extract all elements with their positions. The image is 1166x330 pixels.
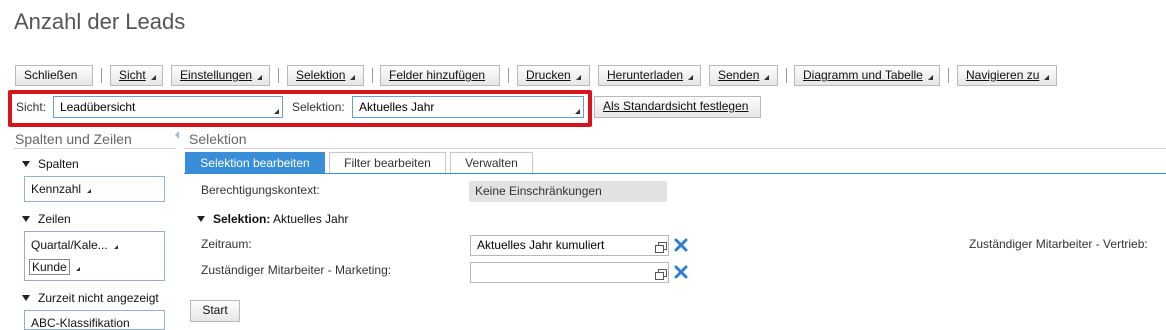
navigate-menu-label: Navigieren zu xyxy=(966,68,1040,82)
toolbar-separator xyxy=(508,68,509,83)
tab-label: Verwalten xyxy=(465,156,518,170)
chip-arrow-icon xyxy=(87,189,92,193)
divider xyxy=(14,148,176,149)
period-label: Zeitraum: xyxy=(201,237,252,251)
tab-underline xyxy=(184,173,1166,174)
list-item[interactable]: ABC-Klassifikation xyxy=(31,316,130,330)
start-button[interactable]: Start xyxy=(190,300,240,322)
menu-arrow-icon xyxy=(764,75,770,80)
collapse-triangle-icon xyxy=(197,216,205,222)
set-default-view-label: Als Standardsicht festlegen xyxy=(603,99,749,113)
rows-drop-area[interactable]: Quartal/Kale... Kunde xyxy=(24,231,165,281)
toolbar-separator xyxy=(101,68,102,83)
value-help-icon[interactable] xyxy=(655,242,667,253)
toolbar-separator xyxy=(278,68,279,83)
columns-section-header[interactable]: Spalten xyxy=(22,157,79,171)
view-menu-label: Sicht xyxy=(119,68,146,82)
menu-arrow-icon xyxy=(575,75,581,80)
menu-arrow-icon xyxy=(350,75,356,80)
tab-label: Selektion bearbeiten xyxy=(200,156,310,170)
collapse-triangle-icon xyxy=(22,161,30,167)
hidden-fields-area[interactable]: ABC-Klassifikation xyxy=(24,310,165,330)
period-input[interactable]: Aktuelles Jahr kumuliert xyxy=(470,235,669,256)
sales-label: Zuständiger Mitarbeiter - Vertrieb: xyxy=(969,237,1148,251)
selection-panel-title: Selektion xyxy=(189,131,247,147)
selection-menu-button[interactable]: Selektion xyxy=(287,65,364,86)
start-button-label: Start xyxy=(202,303,228,317)
remove-icon[interactable] xyxy=(674,265,688,279)
add-fields-label: Felder hinzufügen xyxy=(389,68,486,82)
view-menu-button[interactable]: Sicht xyxy=(110,65,163,86)
page-title: Anzahl der Leads xyxy=(14,9,186,34)
navigate-menu-button[interactable]: Navigieren zu xyxy=(957,65,1057,86)
field-chip-label: Kunde xyxy=(29,259,70,275)
field-chip-label: ABC-Klassifikation xyxy=(31,316,130,330)
menu-arrow-icon xyxy=(927,75,933,80)
marketing-label: Zuständiger Mitarbeiter - Marketing: xyxy=(201,263,392,277)
toolbar-separator xyxy=(372,68,373,83)
hidden-section-header[interactable]: Zurzeit nicht angezeigt xyxy=(22,291,159,305)
tab-edit-selection[interactable]: Selektion bearbeiten xyxy=(185,152,325,174)
auth-context-label: Berechtigungskontext: xyxy=(201,183,320,197)
send-menu-button[interactable]: Senden xyxy=(709,65,778,86)
rows-section-label: Zeilen xyxy=(38,212,71,226)
selection-menu-label: Selektion xyxy=(296,68,346,82)
set-default-view-button[interactable]: Als Standardsicht festlegen xyxy=(594,96,761,118)
menu-arrow-icon xyxy=(688,75,694,80)
collapse-panel-icon[interactable] xyxy=(175,131,179,139)
menu-arrow-icon xyxy=(1044,75,1050,80)
toolbar-separator xyxy=(948,68,949,83)
collapse-triangle-icon xyxy=(22,216,30,222)
field-chip-label: Quartal/Kale... xyxy=(31,238,108,252)
menu-arrow-icon xyxy=(257,75,263,80)
settings-menu-button[interactable]: Einstellungen xyxy=(171,65,270,86)
chart-table-menu-label: Diagramm und Tabelle xyxy=(803,68,923,82)
hidden-section-label: Zurzeit nicht angezeigt xyxy=(38,291,159,305)
tab-edit-filter[interactable]: Filter bearbeiten xyxy=(329,152,446,174)
menu-arrow-icon xyxy=(150,75,156,80)
columns-drop-area[interactable]: Kennzahl xyxy=(24,176,165,202)
download-menu-label: Herunterladen xyxy=(607,68,684,82)
list-item[interactable]: Kennzahl xyxy=(31,182,92,196)
chip-arrow-icon xyxy=(75,267,80,271)
auth-context-value: Keine Einschränkungen xyxy=(469,181,667,202)
list-item[interactable]: Quartal/Kale... xyxy=(31,238,118,252)
selection-section-header[interactable]: Selektion: Aktuelles Jahr xyxy=(197,212,348,226)
collapse-triangle-icon xyxy=(22,295,30,301)
selection-section-value: Aktuelles Jahr xyxy=(273,212,349,226)
print-menu-label: Drucken xyxy=(526,68,571,82)
close-button-label: Schließen xyxy=(24,68,78,82)
period-value: Aktuelles Jahr kumuliert xyxy=(477,238,605,252)
columns-rows-panel-title: Spalten und Zeilen xyxy=(15,131,132,147)
download-menu-button[interactable]: Herunterladen xyxy=(598,65,701,86)
marketing-input[interactable] xyxy=(470,262,669,283)
list-item[interactable]: Kunde xyxy=(29,259,80,275)
send-menu-label: Senden xyxy=(718,68,760,82)
print-menu-button[interactable]: Drucken xyxy=(517,65,590,86)
chart-table-menu-button[interactable]: Diagramm und Tabelle xyxy=(794,65,940,86)
tab-label: Filter bearbeiten xyxy=(344,156,431,170)
chip-arrow-icon xyxy=(113,245,118,249)
close-button[interactable]: Schließen xyxy=(15,65,93,86)
divider xyxy=(184,148,1166,149)
toolbar-separator xyxy=(786,68,787,83)
highlight-box xyxy=(8,90,592,127)
settings-menu-label: Einstellungen xyxy=(180,68,253,82)
columns-section-label: Spalten xyxy=(38,157,79,171)
add-fields-button[interactable]: Felder hinzufügen xyxy=(380,65,500,86)
field-chip-label: Kennzahl xyxy=(31,182,82,196)
remove-icon[interactable] xyxy=(674,238,688,252)
rows-section-header[interactable]: Zeilen xyxy=(22,212,71,226)
tab-manage[interactable]: Verwalten xyxy=(450,152,533,174)
selection-section-label: Selektion: xyxy=(213,212,271,226)
value-help-icon[interactable] xyxy=(655,269,667,280)
